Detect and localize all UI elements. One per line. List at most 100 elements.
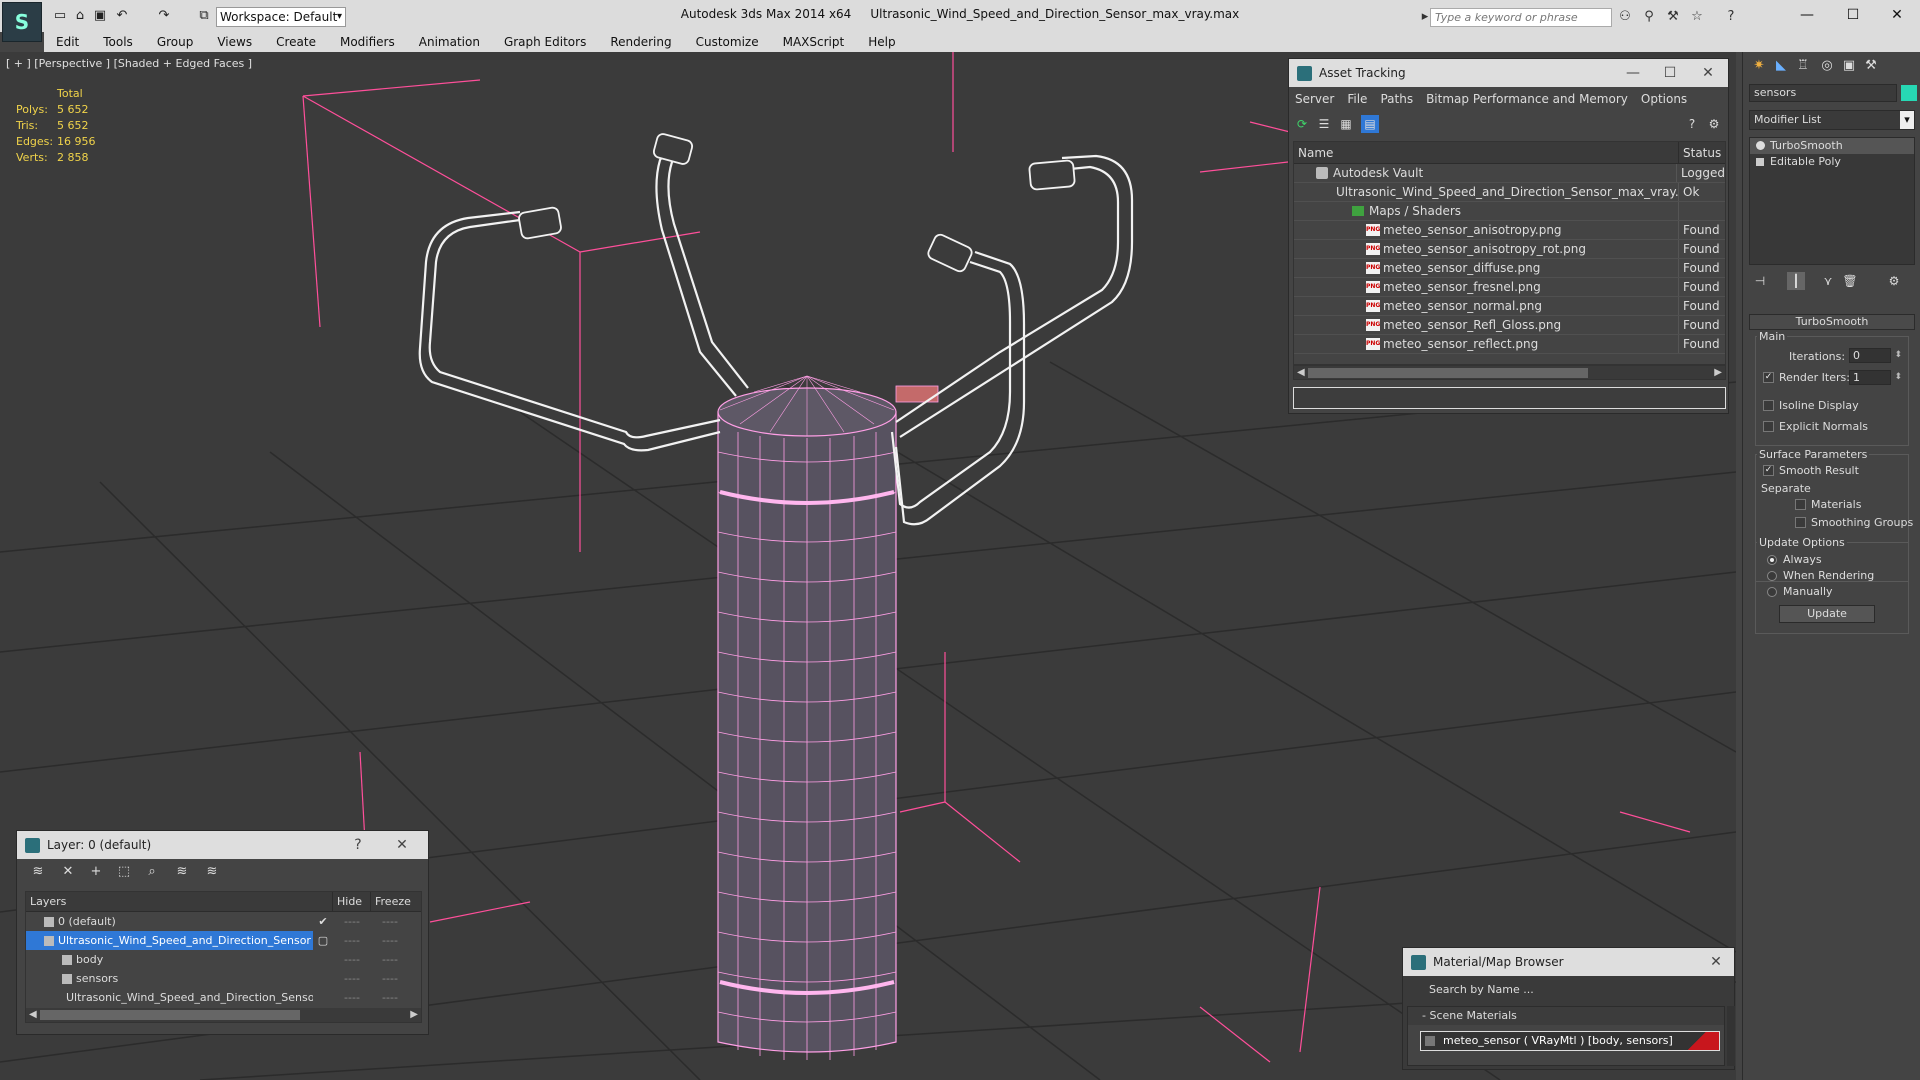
iterations-spinner[interactable]: 0 xyxy=(1849,348,1902,363)
scene-materials-header[interactable]: - Scene Materials xyxy=(1408,1007,1724,1025)
menu-help[interactable]: Help xyxy=(856,32,907,52)
expand-icon[interactable] xyxy=(1756,158,1764,166)
layer-row[interactable]: 0 (default) ✔ ---- ---- xyxy=(26,912,421,931)
material-browser-titlebar[interactable]: Material/Map Browser ✕ xyxy=(1403,948,1734,976)
menu-maxscript[interactable]: MAXScript xyxy=(771,32,857,52)
close-icon[interactable]: ✕ xyxy=(383,831,421,859)
create-layer-icon[interactable]: ≋ xyxy=(29,863,47,881)
favorites-star-icon[interactable]: ☆ xyxy=(1688,8,1706,26)
minimize-icon[interactable]: — xyxy=(1614,59,1652,87)
minimize-icon[interactable]: — xyxy=(1784,0,1830,30)
smooth-result-checkbox[interactable]: ✓ xyxy=(1763,465,1774,476)
smoothing-groups-checkbox[interactable] xyxy=(1795,517,1806,528)
table-row[interactable]: PNG meteo_sensor_anisotropy_rot.png Found xyxy=(1294,240,1725,259)
menu-group[interactable]: Group xyxy=(145,32,206,52)
scroll-right-icon[interactable]: ▶ xyxy=(410,1008,418,1021)
utilities-tab-icon[interactable]: ⚒ xyxy=(1861,56,1881,76)
menu-rendering[interactable]: Rendering xyxy=(598,32,683,52)
hide-freeze-all-icon[interactable]: ≋ xyxy=(203,863,221,881)
at-menu-file[interactable]: File xyxy=(1347,92,1367,106)
menu-graph-editors[interactable]: Graph Editors xyxy=(492,32,598,52)
scroll-left-icon[interactable]: ◀ xyxy=(29,1008,37,1021)
configure-modifier-sets-icon[interactable]: ⚙ xyxy=(1885,272,1903,290)
material-entry[interactable]: meteo_sensor ( VRayMtl ) [body, sensors] xyxy=(1420,1031,1720,1051)
pin-stack-icon[interactable]: ⊣ xyxy=(1751,272,1769,290)
render-iters-spinner[interactable]: 1 xyxy=(1849,370,1902,385)
table-row[interactable]: PNG meteo_sensor_Refl_Gloss.png Found xyxy=(1294,316,1725,335)
material-search-input[interactable]: Search by Name ... xyxy=(1407,980,1732,1000)
layer-row[interactable]: Ultrasonic_Wind_Speed_and_Direction_Sens… xyxy=(26,988,421,1007)
at-menu-options[interactable]: Options xyxy=(1641,92,1687,106)
materials-checkbox[interactable] xyxy=(1795,499,1806,510)
scroll-right-icon[interactable]: ▶ xyxy=(1714,366,1722,379)
table-row[interactable]: PNG meteo_sensor_normal.png Found xyxy=(1294,297,1725,316)
maximize-icon[interactable]: ☐ xyxy=(1651,59,1689,87)
modifier-list-dropdown[interactable]: Modifier List xyxy=(1749,110,1915,130)
create-tab-icon[interactable]: ✷ xyxy=(1749,56,1769,76)
current-layer-check[interactable]: ▢ xyxy=(313,931,333,950)
help-icon[interactable]: ? xyxy=(1722,8,1740,26)
when-rendering-radio[interactable] xyxy=(1767,571,1777,581)
new-file-icon[interactable]: ▭ xyxy=(52,8,68,24)
layer-row[interactable]: body ---- ---- xyxy=(26,950,421,969)
menu-animation[interactable]: Animation xyxy=(407,32,492,52)
close-icon[interactable]: ✕ xyxy=(1697,948,1735,976)
menu-customize[interactable]: Customize xyxy=(684,32,771,52)
hierarchy-tab-icon[interactable]: ♖ xyxy=(1793,56,1813,76)
select-layer-icon[interactable]: ⌕ xyxy=(143,863,161,881)
manually-radio[interactable] xyxy=(1767,587,1777,597)
column-freeze[interactable]: Freeze xyxy=(371,892,421,911)
scroll-thumb[interactable] xyxy=(1308,368,1588,378)
remove-modifier-icon[interactable]: 🗑 xyxy=(1841,272,1859,290)
table-row[interactable]: Ultrasonic_Wind_Speed_and_Direction_Sens… xyxy=(1294,183,1725,202)
refresh-icon[interactable]: ⟳ xyxy=(1293,115,1311,133)
close-icon[interactable]: ✕ xyxy=(1874,0,1920,30)
scroll-left-icon[interactable]: ◀ xyxy=(1297,366,1305,379)
keyword-search-input[interactable]: Type a keyword or phrase xyxy=(1430,8,1612,27)
table-row[interactable]: Maps / Shaders xyxy=(1294,202,1725,221)
layer-row[interactable]: sensors ---- ---- xyxy=(26,969,421,988)
viewport-label[interactable]: [ + ] [Perspective ] [Shaded + Edged Fac… xyxy=(6,57,252,70)
hold-icon[interactable]: ⧉ xyxy=(196,8,212,24)
app-logo-icon[interactable]: S xyxy=(2,2,42,42)
table-row[interactable]: PNG meteo_sensor_anisotropy.png Found xyxy=(1294,221,1725,240)
object-name-field[interactable]: sensors xyxy=(1749,84,1897,102)
asset-tracking-titlebar[interactable]: Asset Tracking — ☐ ✕ xyxy=(1289,59,1728,87)
redo-icon[interactable]: ↷ xyxy=(156,8,172,24)
at-menu-server[interactable]: Server xyxy=(1295,92,1334,106)
isoline-display-checkbox[interactable] xyxy=(1763,400,1774,411)
asset-path-field[interactable] xyxy=(1293,387,1726,409)
sensor-body-cylinder[interactable] xyxy=(717,375,939,1060)
column-name[interactable]: Name xyxy=(1294,142,1679,163)
communication-icon[interactable]: ⚒ xyxy=(1664,8,1682,26)
help-icon[interactable]: ? xyxy=(1683,115,1701,133)
help-icon[interactable]: ? xyxy=(339,831,377,859)
layer-table-scrollbar[interactable]: ◀ ▶ xyxy=(26,1008,421,1022)
subscription-icon[interactable]: ⚲ xyxy=(1640,8,1658,26)
turbosmooth-rollout[interactable]: TurboSmooth xyxy=(1749,314,1915,330)
display-tab-icon[interactable]: ▣ xyxy=(1839,56,1859,76)
set-current-layer-icon[interactable]: ≋ xyxy=(173,863,191,881)
lightbulb-icon[interactable] xyxy=(1756,141,1765,150)
asset-table-scrollbar[interactable]: ◀ ▶ xyxy=(1293,365,1726,380)
stack-item-turbosmooth[interactable]: TurboSmooth xyxy=(1750,138,1914,154)
table-view-icon[interactable]: ▤ xyxy=(1361,115,1379,133)
menu-modifiers[interactable]: Modifiers xyxy=(328,32,407,52)
current-layer-check[interactable]: ✔ xyxy=(313,912,333,931)
update-button[interactable]: Update xyxy=(1779,605,1875,623)
table-row[interactable]: PNG meteo_sensor_fresnel.png Found xyxy=(1294,278,1725,297)
table-row[interactable]: Autodesk Vault Logged xyxy=(1294,164,1725,183)
explicit-normals-checkbox[interactable] xyxy=(1763,421,1774,432)
settings-icon[interactable]: ⚙ xyxy=(1705,115,1723,133)
open-file-icon[interactable]: ⌂ xyxy=(72,8,88,24)
make-unique-icon[interactable]: ⋎ xyxy=(1819,272,1837,290)
save-icon[interactable]: ▣ xyxy=(92,8,108,24)
show-end-result-icon[interactable]: ┃ xyxy=(1787,272,1805,290)
table-row[interactable]: PNG meteo_sensor_diffuse.png Found xyxy=(1294,259,1725,278)
object-color-swatch[interactable] xyxy=(1901,85,1917,101)
at-menu-bitmap-performance[interactable]: Bitmap Performance and Memory xyxy=(1426,92,1628,106)
always-radio[interactable] xyxy=(1767,555,1777,565)
select-objects-icon[interactable]: ⬚ xyxy=(115,863,133,881)
modify-tab-icon[interactable]: ◣ xyxy=(1771,56,1791,76)
column-layers[interactable]: Layers xyxy=(26,892,333,911)
